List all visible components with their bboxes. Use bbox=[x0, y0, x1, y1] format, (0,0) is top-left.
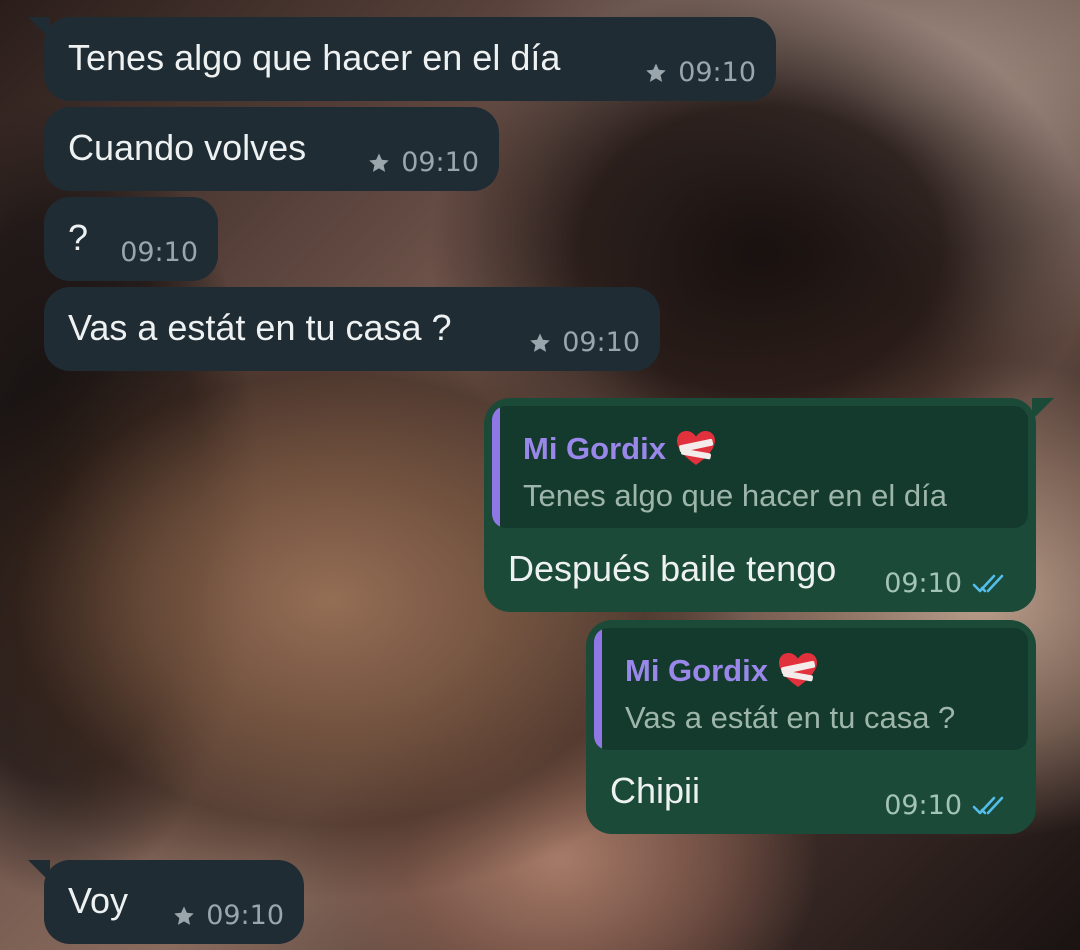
message-text: Voy bbox=[68, 880, 129, 921]
outgoing-message[interactable]: Mi Gordix Tenes algo que hacer en el día… bbox=[484, 398, 1054, 612]
message-time: 09:10 bbox=[120, 237, 198, 268]
message-meta: 09:10 bbox=[528, 327, 640, 358]
quoted-message[interactable]: Mi Gordix Tenes algo que hacer en el día bbox=[492, 406, 1028, 528]
bandaged-heart-icon bbox=[676, 431, 715, 465]
message-text: ? bbox=[68, 217, 89, 258]
quote-author-name: Mi Gordix bbox=[625, 653, 768, 688]
star-icon bbox=[646, 63, 666, 82]
message-meta: 09:10 bbox=[884, 790, 1016, 821]
incoming-message[interactable]: ? 09:10 bbox=[44, 197, 218, 281]
quote-accent-bar bbox=[594, 628, 602, 750]
incoming-message[interactable]: Vas a estát en tu casa ? 09:10 bbox=[44, 287, 660, 371]
message-time: 09:10 bbox=[884, 568, 962, 599]
incoming-message[interactable]: Tenes algo que hacer en el día 09:10 bbox=[28, 17, 776, 101]
bubble-tail bbox=[28, 860, 50, 882]
bubble-tail bbox=[28, 17, 50, 39]
message-text: Tenes algo que hacer en el día bbox=[68, 37, 561, 78]
quote-author: Mi Gordix bbox=[523, 430, 716, 468]
quote-author-name: Mi Gordix bbox=[523, 431, 666, 466]
message-time: 09:10 bbox=[884, 790, 962, 821]
star-icon bbox=[369, 153, 389, 172]
quote-accent-bar bbox=[492, 406, 500, 528]
double-check-icon bbox=[972, 796, 1004, 814]
message-text: Después baile tengo bbox=[508, 548, 837, 589]
message-time: 09:10 bbox=[206, 900, 284, 931]
quote-text: Vas a estát en tu casa ? bbox=[625, 700, 956, 735]
message-meta: 09:10 bbox=[367, 147, 479, 178]
bandaged-heart-icon bbox=[778, 653, 817, 687]
message-text: Cuando volves bbox=[68, 127, 307, 168]
message-time: 09:10 bbox=[562, 327, 640, 358]
message-time: 09:10 bbox=[401, 147, 479, 178]
chat-background: Tenes algo que hacer en el día 09:10 Cua… bbox=[0, 0, 1080, 950]
message-meta: 09:10 bbox=[644, 57, 756, 88]
message-text: Chipii bbox=[610, 770, 701, 811]
incoming-message[interactable]: Cuando volves 09:10 bbox=[44, 107, 499, 191]
star-icon bbox=[174, 906, 194, 925]
star-icon bbox=[530, 333, 550, 352]
quoted-message[interactable]: Mi Gordix Vas a estát en tu casa ? bbox=[594, 628, 1028, 750]
message-text: Vas a estát en tu casa ? bbox=[68, 307, 452, 348]
incoming-message[interactable]: Voy 09:10 bbox=[28, 860, 304, 944]
message-meta: 09:10 bbox=[884, 568, 1016, 599]
double-check-icon bbox=[972, 574, 1004, 592]
message-meta: 09:10 bbox=[120, 237, 198, 268]
message-time: 09:10 bbox=[678, 57, 756, 88]
quote-text: Tenes algo que hacer en el día bbox=[523, 478, 947, 513]
outgoing-message[interactable]: Mi Gordix Vas a estát en tu casa ? Chipi… bbox=[586, 620, 1036, 834]
quote-author: Mi Gordix bbox=[625, 652, 818, 690]
message-meta: 09:10 bbox=[172, 900, 284, 931]
bubble-tail bbox=[1032, 398, 1054, 420]
